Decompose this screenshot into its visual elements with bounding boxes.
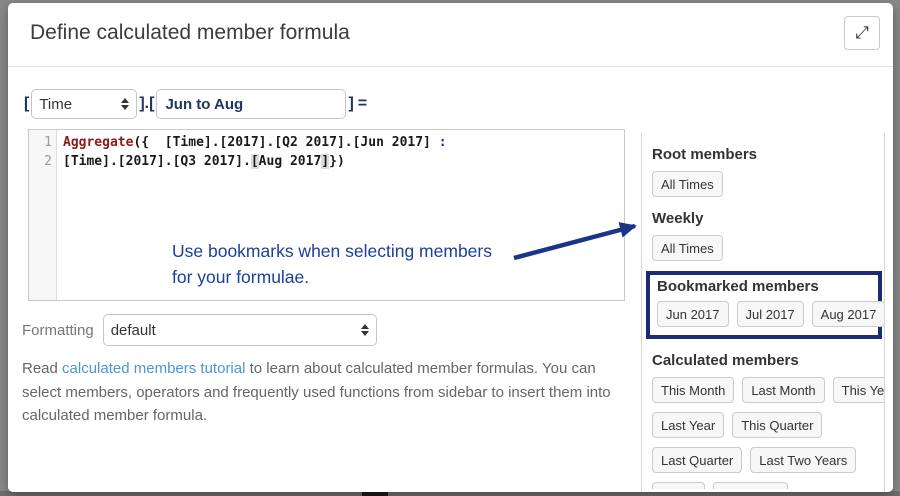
line-number: 2 bbox=[29, 152, 52, 171]
close-bracket-label: ] bbox=[346, 95, 355, 113]
bookmarked-members-highlight-box: Bookmarked members Jun 2017 Jul 2017 Aug… bbox=[646, 271, 882, 339]
annotation-line-2: for your formulae. bbox=[172, 267, 309, 287]
member-button-last-year[interactable]: Last Year bbox=[652, 412, 724, 438]
select-stepper-icon bbox=[121, 98, 129, 110]
annotation-note: Use bookmarks when selecting members for… bbox=[172, 238, 532, 290]
member-button-jun-2017[interactable]: Jun 2017 bbox=[657, 301, 729, 327]
tutorial-link[interactable]: calculated members tutorial bbox=[62, 360, 245, 377]
member-button-yesterday[interactable]: Yesterday bbox=[713, 482, 788, 489]
line-number: 1 bbox=[29, 133, 52, 152]
calculated-members-row-3: Last Quarter Last Two Years bbox=[652, 447, 874, 473]
formula-name-row: [ Time ].[ ] = bbox=[22, 89, 369, 119]
root-members-row: All Times bbox=[652, 171, 874, 197]
weekly-heading: Weekly bbox=[652, 210, 874, 227]
bookmarked-members-heading: Bookmarked members bbox=[657, 278, 871, 295]
tutorial-text-pre: Read bbox=[22, 360, 62, 377]
member-button-this-month[interactable]: This Month bbox=[652, 377, 734, 403]
code-keyword: Aggregate bbox=[63, 135, 133, 150]
annotation-line-1: Use bookmarks when selecting members bbox=[172, 241, 492, 261]
calculated-members-row-2: Last Year This Quarter bbox=[652, 412, 874, 438]
code-paren: ({ bbox=[133, 135, 156, 150]
root-members-heading: Root members bbox=[652, 146, 874, 163]
member-name-input[interactable] bbox=[156, 89, 346, 119]
code-matched-bracket: ] bbox=[321, 154, 329, 169]
tutorial-paragraph: Read calculated members tutorial to lear… bbox=[22, 357, 628, 428]
member-button-today[interactable]: Today bbox=[652, 482, 705, 489]
expand-diagonal-icon: ⤢ bbox=[855, 23, 869, 43]
code-path: [Time].[2017].[Q3 2017]. bbox=[63, 154, 251, 169]
member-button-all-times-weekly[interactable]: All Times bbox=[652, 235, 723, 261]
member-button-all-times[interactable]: All Times bbox=[652, 171, 723, 197]
dialog-header: Define calculated member formula ⤢ bbox=[8, 3, 893, 67]
dimension-select-value: Time bbox=[39, 96, 121, 113]
member-button-this-quarter[interactable]: This Quarter bbox=[732, 412, 822, 438]
calculated-members-row-1: This Month Last Month This Year bbox=[652, 377, 874, 403]
member-button-this-year[interactable]: This Year bbox=[833, 377, 884, 403]
select-stepper-icon bbox=[361, 324, 369, 336]
code-operator: : bbox=[439, 135, 447, 150]
editor-line-number-gutter: 1 2 bbox=[29, 130, 57, 300]
calculated-members-row-4: Today Yesterday bbox=[652, 482, 874, 489]
member-button-last-quarter[interactable]: Last Quarter bbox=[652, 447, 742, 473]
annotation-arrow-icon bbox=[505, 210, 660, 268]
bookmarked-members-row: Jun 2017 Jul 2017 Aug 2017 bbox=[657, 301, 871, 327]
formatting-select[interactable]: default bbox=[103, 314, 377, 346]
formatting-label: Formatting bbox=[22, 322, 94, 339]
weekly-members-row: All Times bbox=[652, 235, 874, 261]
code-closing: }) bbox=[329, 154, 345, 169]
dialog-title: Define calculated member formula bbox=[30, 21, 350, 45]
formatting-select-value: default bbox=[111, 322, 361, 339]
members-sidebar: Root members All Times Weekly All Times … bbox=[641, 133, 885, 492]
formatting-row: Formatting default bbox=[22, 314, 377, 346]
member-button-last-two-years[interactable]: Last Two Years bbox=[750, 447, 856, 473]
code-matched-bracket: [ bbox=[251, 154, 259, 169]
expand-dialog-button[interactable]: ⤢ bbox=[844, 16, 880, 50]
member-button-last-month[interactable]: Last Month bbox=[742, 377, 824, 403]
background-page-artifact bbox=[362, 492, 388, 496]
code-path: [Time].[2017].[Q2 2017].[Jun 2017] bbox=[157, 135, 439, 150]
dimension-select[interactable]: Time bbox=[31, 89, 137, 119]
member-button-aug-2017[interactable]: Aug 2017 bbox=[812, 301, 884, 327]
bracket-dot-label: ].[ bbox=[137, 95, 156, 113]
open-bracket-label: [ bbox=[22, 95, 31, 113]
calculated-members-heading: Calculated members bbox=[652, 352, 874, 369]
member-button-jul-2017[interactable]: Jul 2017 bbox=[737, 301, 804, 327]
equals-label: = bbox=[356, 95, 369, 113]
members-sidebar-scroll[interactable]: Root members All Times Weekly All Times … bbox=[642, 133, 884, 489]
code-member: Aug 2017 bbox=[259, 154, 322, 169]
